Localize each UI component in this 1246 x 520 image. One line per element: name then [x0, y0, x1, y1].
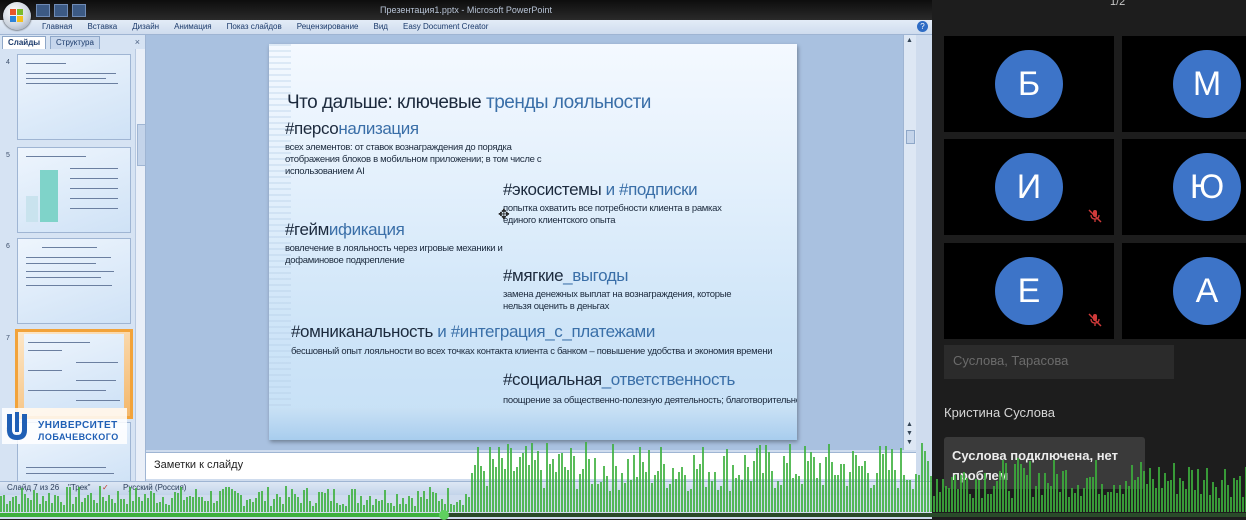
microphone-muted-icon [1088, 209, 1102, 223]
window-title: Презентация1.pptx - Microsoft PowerPoint [380, 5, 552, 15]
participant-tile[interactable]: М [1122, 36, 1246, 132]
logo-line-2: ЛОБАЧЕВСКОГО [38, 432, 119, 442]
participant-tile[interactable]: Б [944, 36, 1114, 132]
chat-message-previous: Суслова, Тарасова [944, 345, 1174, 379]
slide-title: Что дальше: ключевые тренды лояльности [287, 92, 651, 113]
office-button[interactable] [3, 2, 31, 30]
avatar: Б [995, 50, 1063, 118]
heading-soft-benefits: #мягкие_выгоды [503, 266, 629, 285]
tab-easy-document-creator[interactable]: Easy Document Creator [399, 22, 499, 31]
university-logo-icon [7, 412, 27, 440]
tab-design[interactable]: Дизайн [128, 22, 170, 31]
editor-scrollbar[interactable]: ▲ ▲ ▼ ▼ [903, 35, 916, 450]
help-icon[interactable]: ? [917, 21, 928, 32]
tab-home[interactable]: Главная [38, 22, 83, 31]
slide-thumbnail-7-selected[interactable] [15, 329, 133, 419]
slide-counter: Слайд 7 из 26 [7, 483, 60, 492]
notes-pane[interactable]: Заметки к слайду [146, 452, 916, 479]
thumb-number: 6 [6, 243, 10, 250]
body-gamification: вовлечение в лояльность через игровые ме… [285, 243, 503, 266]
heading-gamification: #геймификация [285, 220, 405, 239]
seek-progress [0, 513, 444, 517]
avatar: М [1173, 50, 1241, 118]
thumb-number: 7 [6, 335, 10, 342]
tab-review[interactable]: Рецензирование [293, 22, 370, 31]
current-slide[interactable]: Что дальше: ключевые тренды лояльности #… [269, 44, 797, 440]
chat-author: Кристина Суслова [944, 405, 1055, 420]
thumb-number: 5 [6, 152, 10, 159]
chat-message: Суслова подключена, нет проблем [944, 437, 1145, 489]
participant-tile[interactable]: Е [944, 243, 1114, 339]
thumb-number: 4 [6, 59, 10, 66]
tab-slideshow[interactable]: Показ слайдов [223, 22, 293, 31]
slide-thumbnail-5[interactable] [17, 147, 131, 233]
chat-message-text: Суслова подключена, нет проблем [952, 448, 1118, 483]
heading-social-responsibility: #социальная_ответственность [503, 370, 735, 389]
office-logo-icon [10, 9, 24, 23]
slide-thumbnail-6[interactable] [17, 238, 131, 324]
body-ecosystems: попытка охватить все потребности клиента… [503, 203, 722, 226]
university-logo: УНИВЕРСИТЕТ ЛОБАЧЕВСКОГО [2, 408, 127, 444]
avatar: И [995, 153, 1063, 221]
page-indicator: 1/2 [1110, 0, 1126, 8]
logo-line-1: УНИВЕРСИТЕТ [38, 420, 118, 431]
body-social-responsibility: поощрение за общественно-полезную деятел… [503, 395, 797, 406]
close-icon[interactable]: × [135, 37, 140, 47]
body-personalization: всех элементов: от ставок вознаграждения… [285, 142, 542, 177]
slide-thumbnail-4[interactable] [17, 54, 131, 140]
slide-editor: Что дальше: ключевые тренды лояльности #… [146, 35, 916, 450]
player-seek-bar[interactable] [0, 510, 1246, 520]
avatar: А [1173, 257, 1241, 325]
status-bar: Слайд 7 из 26 "Трек" ✓ Русский (Россия) [0, 481, 932, 495]
powerpoint-window: Презентация1.pptx - Microsoft PowerPoint… [0, 0, 932, 519]
body-omnichannel: бесшовный опыт лояльности во всех точках… [291, 346, 773, 357]
tab-animation[interactable]: Анимация [170, 22, 223, 31]
tab-outline[interactable]: Структура [50, 36, 100, 49]
microphone-muted-icon [1088, 313, 1102, 327]
body-soft-benefits: замена денежных выплат на вознаграждения… [503, 289, 732, 312]
spellcheck-icon[interactable]: ✓ [102, 483, 109, 492]
heading-omnichannel: #омниканальность и #интеграция_с_платежа… [291, 322, 655, 341]
move-cursor-icon: ✥ [498, 206, 510, 222]
avatar: Е [995, 257, 1063, 325]
heading-ecosystems: #экосистемы и #подписки [503, 180, 698, 199]
theme-name: "Трек" [68, 483, 91, 492]
avatar: Ю [1173, 153, 1241, 221]
participant-tile[interactable]: Ю [1122, 139, 1246, 235]
tab-insert[interactable]: Вставка [83, 22, 128, 31]
tab-view[interactable]: Вид [370, 22, 399, 31]
participant-tile[interactable]: А [1122, 243, 1246, 339]
ribbon-tabs: Главная Вставка Дизайн Анимация Показ сл… [0, 20, 932, 35]
title-bar: Презентация1.pptx - Microsoft PowerPoint [0, 0, 932, 20]
language-indicator[interactable]: Русский (Россия) [123, 483, 186, 492]
tab-slides[interactable]: Слайды [2, 36, 47, 49]
meeting-panel: 1/2 Б М И Ю Е А Суслова, Тарасова Кристи… [932, 0, 1246, 519]
participant-tile[interactable]: И [944, 139, 1114, 235]
heading-personalization: #персонализация [285, 119, 419, 138]
notes-placeholder: Заметки к слайду [154, 459, 244, 471]
panel-scrollbar[interactable] [135, 49, 146, 481]
